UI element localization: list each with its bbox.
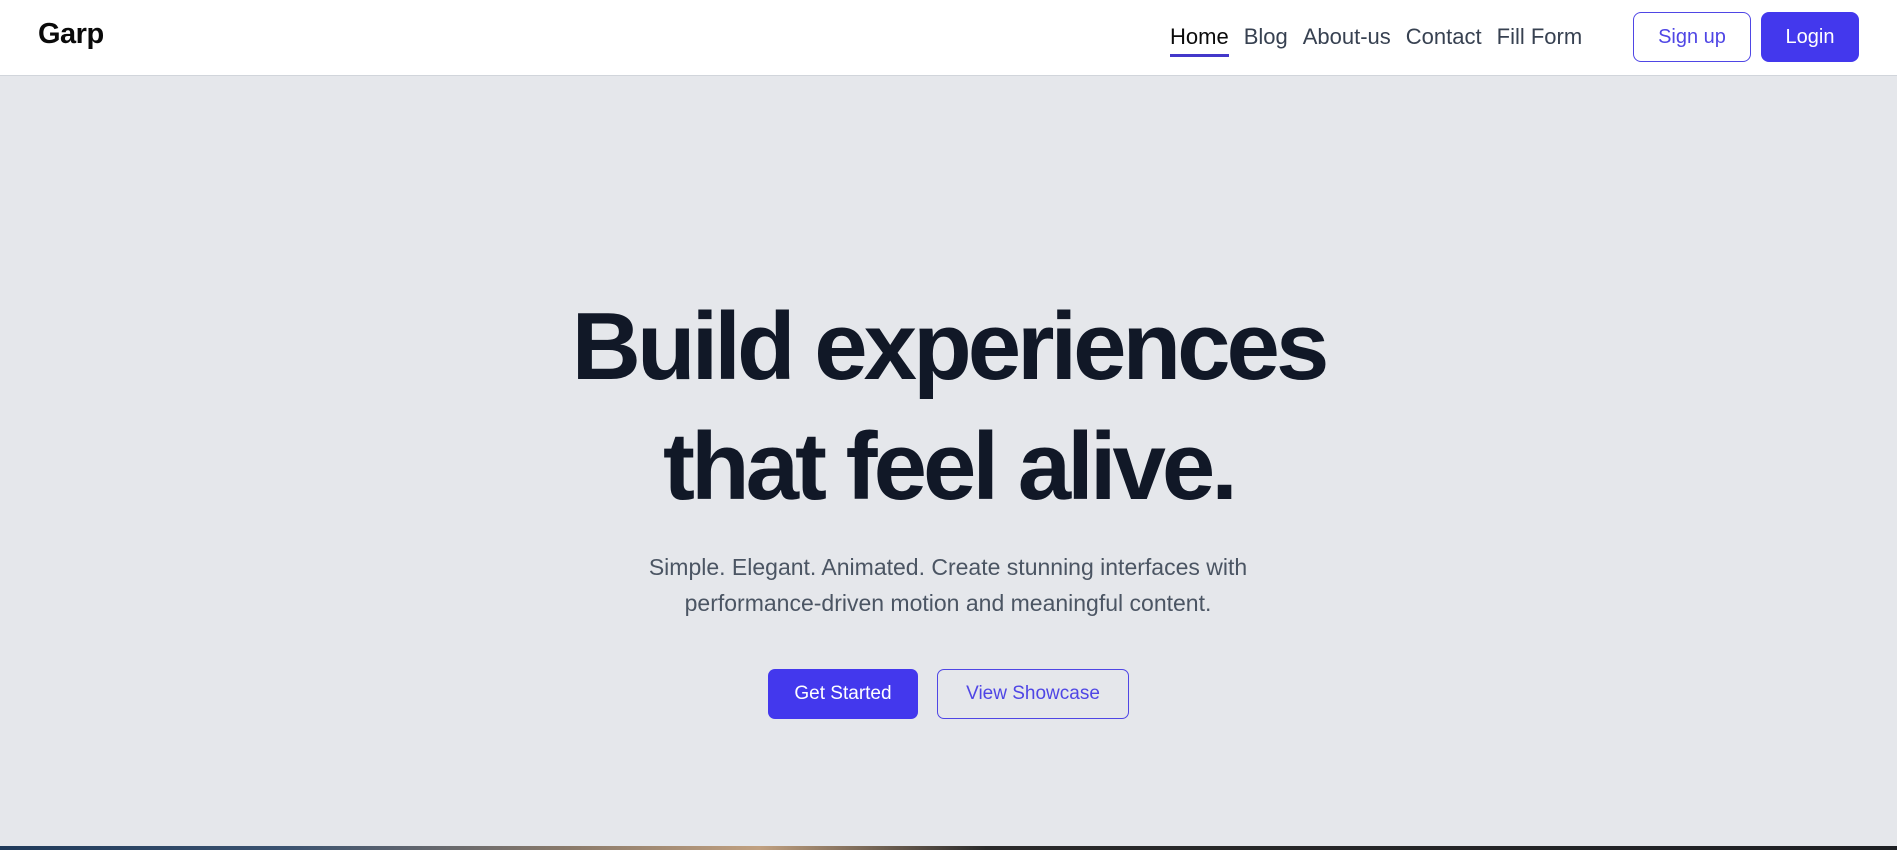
- hero-section: Build experiences that feel alive. Simpl…: [0, 77, 1897, 847]
- next-section-image-edge: [0, 846, 1897, 850]
- hero-subtitle: Simple. Elegant. Animated. Create stunni…: [648, 554, 1248, 616]
- sign-up-button[interactable]: Sign up: [1633, 12, 1751, 62]
- hero-heading: Build experiences that feel alive.: [0, 287, 1897, 527]
- nav-link-contact[interactable]: Contact: [1406, 24, 1482, 57]
- brand-logo[interactable]: Garp: [38, 18, 104, 51]
- nav-link-blog[interactable]: Blog: [1244, 24, 1288, 57]
- login-button[interactable]: Login: [1761, 12, 1859, 62]
- main-nav: Home Blog About-us Contact Fill Form: [1170, 24, 1582, 57]
- nav-link-about-us[interactable]: About-us: [1303, 24, 1391, 57]
- nav-link-fill-form[interactable]: Fill Form: [1497, 24, 1583, 57]
- hero-heading-line-1: Build experiences: [571, 293, 1330, 400]
- view-showcase-button[interactable]: View Showcase: [937, 669, 1129, 719]
- top-navbar: Garp Home Blog About-us Contact Fill For…: [0, 0, 1897, 76]
- hero-heading-line-2: that feel alive.: [663, 413, 1238, 520]
- get-started-button[interactable]: Get Started: [768, 669, 918, 719]
- nav-link-home[interactable]: Home: [1170, 24, 1229, 57]
